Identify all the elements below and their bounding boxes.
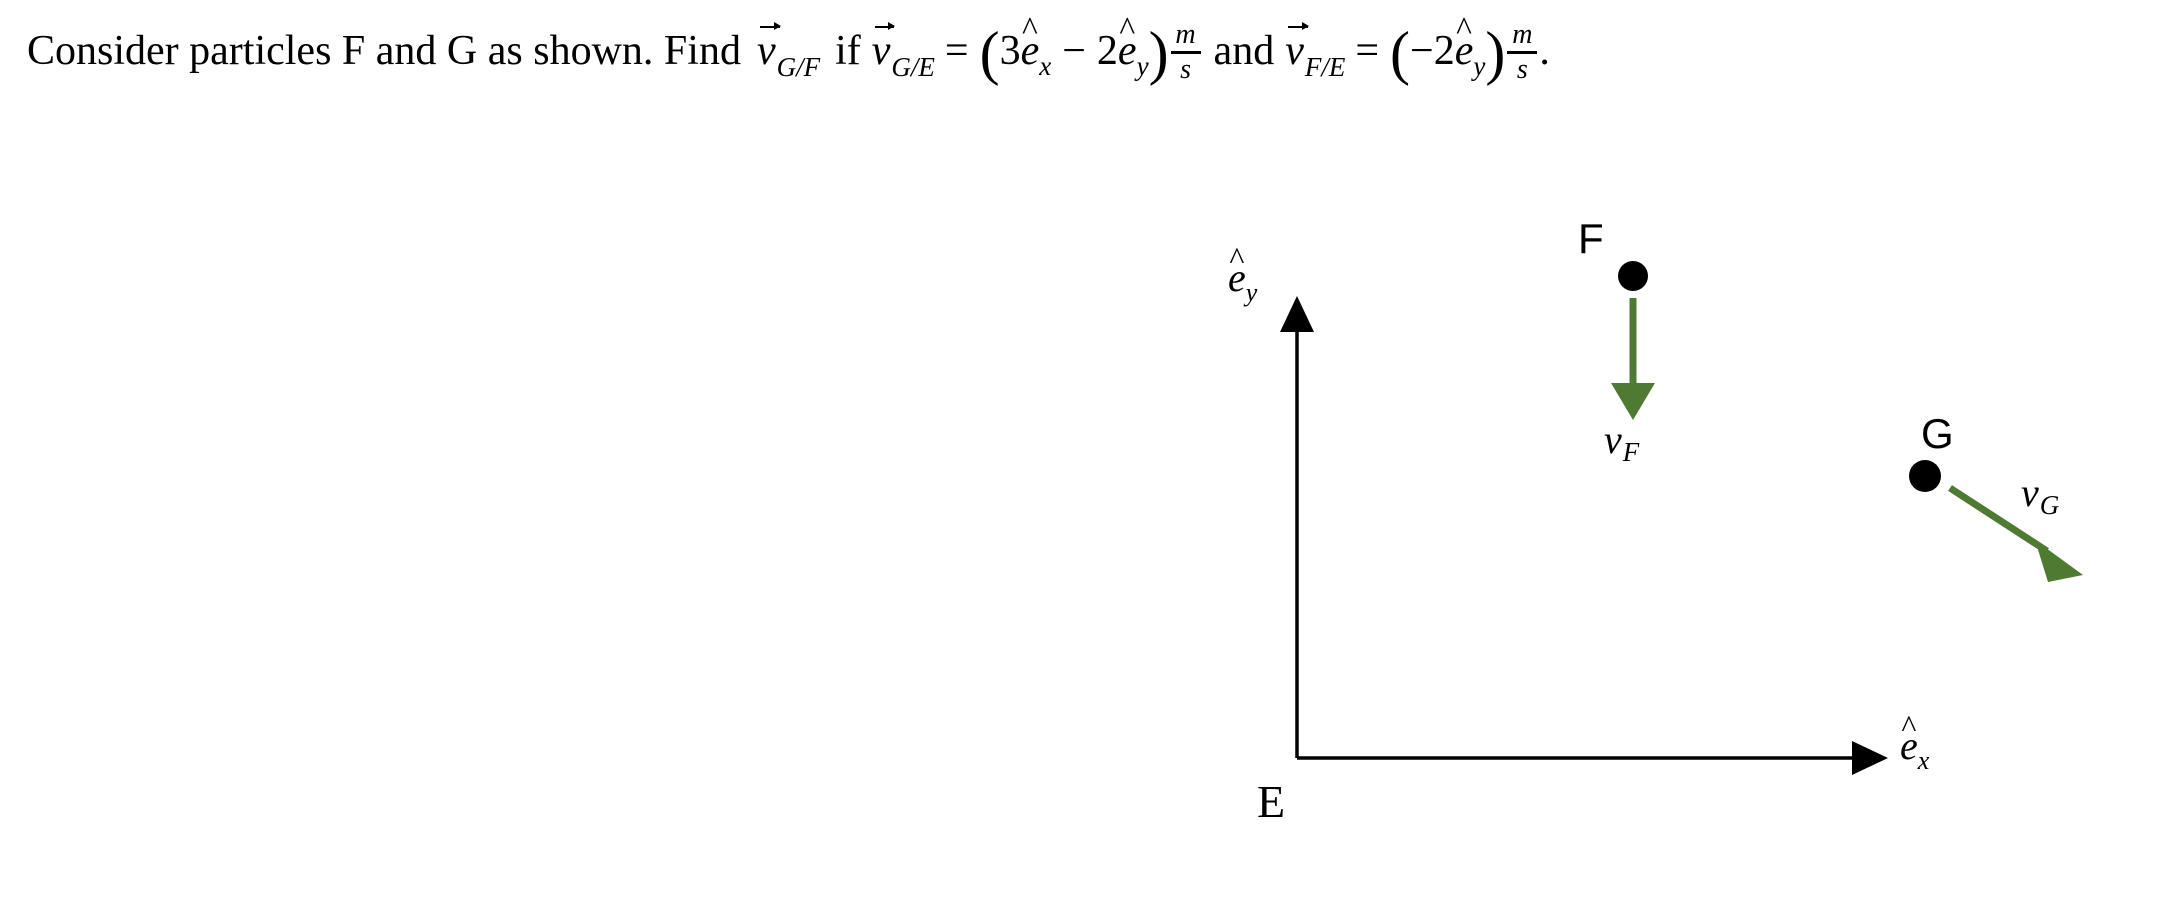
unit-vector-ey-label: ^ e y [1228,242,1257,306]
e-glyph: ^ e [1228,242,1246,298]
unit-vector-subscript: y [1245,278,1258,307]
y-axis-label: ^ e y [1228,242,1257,306]
unit-vector-subscript: x [1917,746,1930,775]
velocity-g-label: vG [2021,470,2059,519]
velocity-arrow-g-head [2035,540,2083,582]
hat-accent: ^ [1229,240,1245,276]
x-axis-arrowhead [1852,741,1888,775]
velocity-f-label: vF [1604,417,1639,466]
unit-vector-ex-label: ^ e x [1900,710,1929,774]
y-axis-arrowhead [1280,296,1314,332]
velocity-symbol: v [1604,417,1622,462]
particle-f-dot [1618,261,1648,291]
particle-g-label: G [1921,410,1954,457]
velocity-symbol: v [2021,470,2039,515]
velocity-subscript: F [1622,437,1640,467]
velocity-arrow-f-head [1611,383,1655,420]
velocity-subscript: G [2039,490,2060,520]
origin-label-e: E [1257,776,1286,827]
hat-accent: ^ [1901,708,1917,744]
kinematics-diagram: ^ e y ^ e x E F vF G vG [0,0,2162,903]
diagram-svg [1280,261,2083,775]
particle-f-label: F [1578,215,1604,262]
e-glyph: ^ e [1900,710,1918,766]
problem-page: Consider particles F and G as shown. Fin… [0,0,2162,903]
x-axis-label: ^ e x [1900,710,1929,774]
particle-g-dot [1909,460,1941,492]
